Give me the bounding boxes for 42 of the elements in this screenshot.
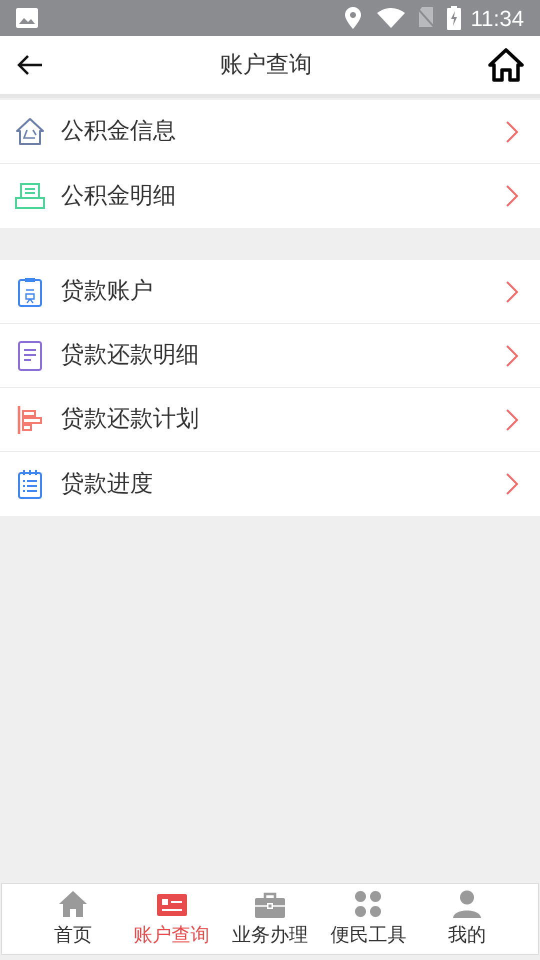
tab[interactable]: 我的 bbox=[418, 884, 516, 954]
tab[interactable]: 首页 bbox=[24, 884, 122, 954]
menu-item[interactable]: 贷款还款明细 bbox=[0, 324, 540, 388]
chevron-right-icon bbox=[506, 408, 518, 430]
four-petals-icon bbox=[354, 890, 382, 918]
menu-item[interactable]: 贷款进度 bbox=[0, 452, 540, 516]
house-icon bbox=[15, 116, 45, 146]
checklist-icon bbox=[18, 469, 42, 499]
menu-item[interactable]: 贷款还款计划 bbox=[0, 388, 540, 452]
menu-item[interactable]: 公积金信息 bbox=[0, 100, 540, 164]
tab[interactable]: 业务办理 bbox=[220, 884, 320, 954]
home-button[interactable] bbox=[486, 45, 526, 85]
briefcase-icon bbox=[255, 892, 286, 918]
menu-label: 贷款进度 bbox=[61, 470, 154, 499]
chevron-right-icon bbox=[506, 280, 518, 302]
clock: 11:34 bbox=[470, 4, 524, 32]
page-title: 账户查询 bbox=[220, 50, 312, 80]
chevron-right-icon bbox=[506, 473, 518, 495]
clipboard-icon bbox=[18, 276, 42, 306]
menu-label: 贷款还款计划 bbox=[61, 405, 200, 434]
home-icon bbox=[58, 890, 88, 918]
bar-chart-icon bbox=[17, 404, 43, 434]
printer-icon bbox=[15, 183, 45, 209]
wifi-icon bbox=[376, 8, 405, 28]
battery-icon bbox=[446, 6, 461, 30]
menu-label: 公积金信息 bbox=[61, 117, 177, 146]
tab[interactable]: 便民工具 bbox=[319, 884, 418, 954]
chevron-right-icon bbox=[506, 344, 518, 366]
tab[interactable]: 账户查询 bbox=[122, 884, 221, 954]
menu-item[interactable]: 贷款账户 bbox=[0, 260, 540, 324]
document-icon bbox=[18, 340, 42, 370]
chevron-right-icon bbox=[506, 185, 518, 207]
person-icon bbox=[452, 890, 481, 918]
location-icon bbox=[344, 7, 361, 29]
image-icon bbox=[16, 8, 38, 28]
menu-label: 贷款账户 bbox=[61, 277, 154, 306]
id-card-icon bbox=[156, 894, 187, 918]
menu-label: 贷款还款明细 bbox=[61, 341, 200, 370]
chevron-right-icon bbox=[506, 120, 518, 142]
menu-item[interactable]: 公积金明细 bbox=[0, 164, 540, 228]
menu-label: 公积金明细 bbox=[61, 182, 177, 211]
no-sim-icon bbox=[416, 7, 435, 29]
